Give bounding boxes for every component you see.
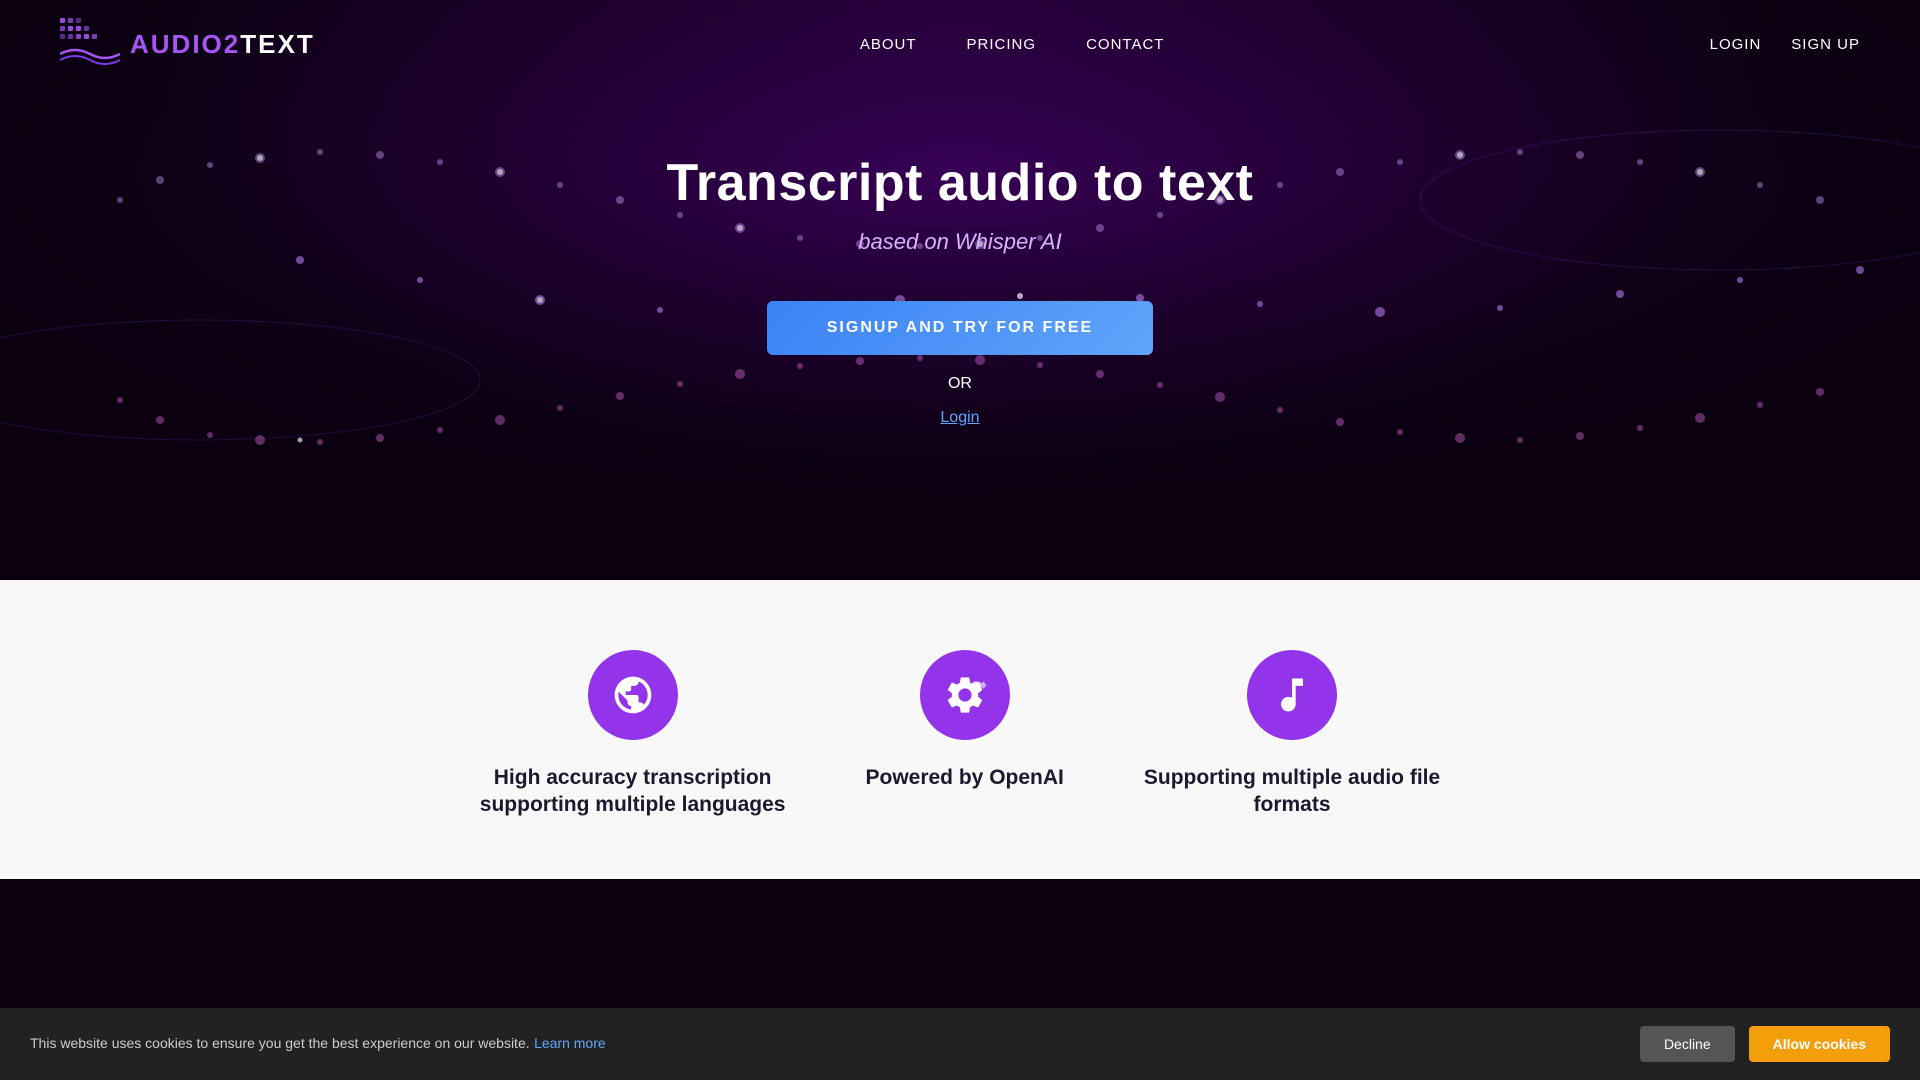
hero-or-text: OR (948, 375, 972, 393)
feature-card-formats: Supporting multiple audio file formats (1144, 650, 1440, 819)
feature-icon-globe (588, 650, 678, 740)
nav-login[interactable]: LOGIN (1710, 36, 1762, 53)
cookie-message: This website uses cookies to ensure you … (30, 1035, 606, 1053)
cookie-learn-more-link[interactable]: Learn more (534, 1035, 606, 1051)
logo[interactable]: AUDIO2TEXT (60, 18, 315, 70)
feature-icon-music (1247, 650, 1337, 740)
hero-subtitle: based on Whisper AI (858, 229, 1061, 255)
nav-contact[interactable]: CONTACT (1086, 36, 1164, 53)
cookie-actions: Decline Allow cookies (1640, 1026, 1890, 1062)
navbar: AUDIO2TEXT ABOUT PRICING CONTACT LOGIN S… (0, 0, 1920, 88)
nav-auth: LOGIN SIGN UP (1710, 36, 1860, 53)
feature-icon-gears (920, 650, 1010, 740)
feature-title-openai: Powered by OpenAI (865, 764, 1063, 791)
logo-text: AUDIO2TEXT (130, 29, 315, 60)
cookie-banner: This website uses cookies to ensure you … (0, 1008, 1920, 1080)
nav-links: ABOUT PRICING CONTACT (860, 36, 1165, 53)
feature-card-accuracy: High accuracy transcription supporting m… (480, 650, 786, 819)
cookie-decline-button[interactable]: Decline (1640, 1026, 1735, 1062)
hero-content: Transcript audio to text based on Whispe… (667, 153, 1254, 427)
feature-title-formats: Supporting multiple audio file formats (1144, 764, 1440, 819)
feature-title-accuracy: High accuracy transcription supporting m… (480, 764, 786, 819)
cookie-allow-button[interactable]: Allow cookies (1749, 1026, 1890, 1062)
nav-signup[interactable]: SIGN UP (1791, 36, 1860, 53)
nav-about[interactable]: ABOUT (860, 36, 917, 53)
signup-cta-button[interactable]: SIGNUP AND TRY FOR FREE (767, 301, 1153, 355)
nav-pricing[interactable]: PRICING (967, 36, 1037, 53)
hero-title: Transcript audio to text (667, 153, 1254, 213)
feature-card-openai: Powered by OpenAI (865, 650, 1063, 819)
hero-login-link[interactable]: Login (940, 409, 979, 427)
features-section: High accuracy transcription supporting m… (0, 580, 1920, 879)
